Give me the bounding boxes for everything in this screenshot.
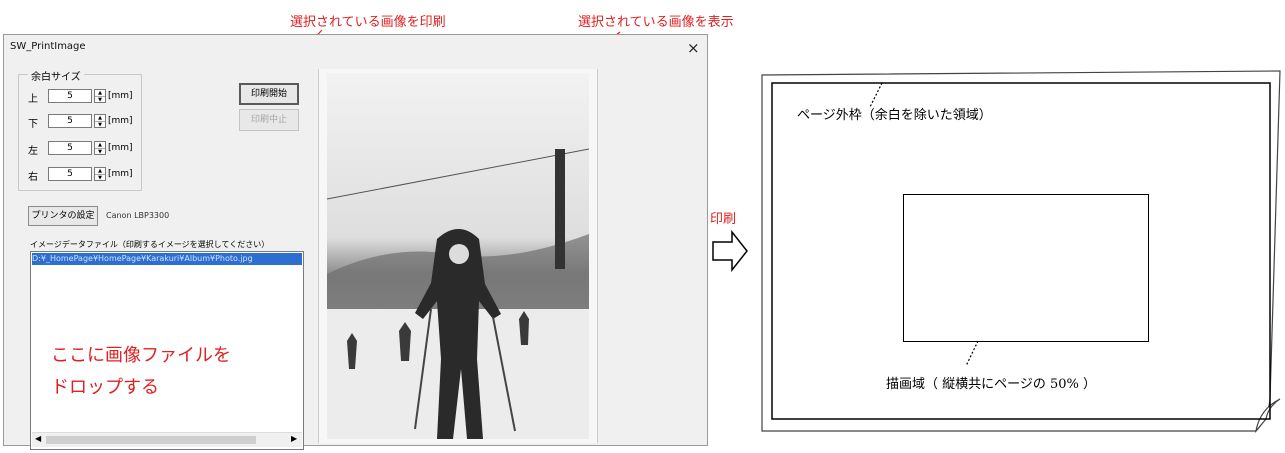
margin-left-spinner[interactable]: ▲ ▼ (94, 141, 106, 155)
margin-top-spinner[interactable]: ▲ ▼ (94, 89, 106, 103)
spin-down-icon[interactable]: ▼ (95, 149, 105, 155)
close-icon[interactable]: × (687, 39, 700, 57)
drawing-area-label: 描画域（ 縦横共にページの 50% ） (886, 377, 1097, 392)
spin-up-icon[interactable]: ▲ (95, 168, 105, 175)
spin-up-icon[interactable]: ▲ (95, 90, 105, 97)
spin-down-icon[interactable]: ▼ (95, 97, 105, 103)
image-file-list[interactable]: D:¥_HomePage¥HomePage¥Karakuri¥Album¥Pho… (30, 251, 304, 450)
dialog-window: SW_PrintImage × 余白サイズ 上 5 ▲ ▼ [mm] 下 5 ▲ ▼… (3, 34, 708, 450)
margin-size-title: 余白サイズ (28, 68, 84, 83)
margin-top-unit: [mm] (108, 91, 133, 101)
margin-bottom-unit: [mm] (108, 116, 133, 126)
print-arrow-label: 印刷 (710, 212, 737, 227)
horizontal-scrollbar[interactable]: ◀ ▶ (32, 432, 302, 447)
printer-name: Canon LBP3300 (106, 211, 170, 220)
spin-down-icon[interactable]: ▼ (95, 175, 105, 181)
margin-bottom-input[interactable]: 5 (48, 114, 92, 128)
print-start-button[interactable]: 印刷開始 (239, 83, 299, 105)
lift-tower (555, 149, 565, 269)
child-face (449, 244, 469, 264)
drop-hint-line-1: ここに画像ファイルを (51, 345, 231, 366)
spin-up-icon[interactable]: ▲ (95, 115, 105, 122)
scroll-right-icon[interactable]: ▶ (291, 434, 297, 443)
spin-up-icon[interactable]: ▲ (95, 142, 105, 149)
drop-hint: ここに画像ファイルを ドロップする (51, 340, 231, 404)
margin-bottom-label: 下 (28, 119, 38, 130)
drawing-area (903, 194, 1149, 342)
right-arrow-icon (712, 229, 748, 273)
margin-bottom-spinner[interactable]: ▲ ▼ (94, 114, 106, 128)
page-frame-label: ページ外枠（余白を除いた領域） (797, 108, 992, 123)
photo-illustration (326, 73, 590, 439)
margin-top-label: 上 (28, 94, 38, 105)
print-stop-button[interactable]: 印刷中止 (239, 109, 299, 131)
file-list-label: イメージデータファイル（印刷するイメージを選択してください） (30, 240, 270, 249)
margin-top-input[interactable]: 5 (48, 89, 92, 103)
drop-hint-line-2: ドロップする (51, 377, 159, 398)
selected-file-item[interactable]: D:¥_HomePage¥HomePage¥Karakuri¥Album¥Pho… (32, 253, 302, 265)
window-title: SW_PrintImage (10, 41, 86, 52)
margin-left-unit: [mm] (108, 143, 133, 153)
margin-right-label: 右 (28, 172, 38, 183)
margin-left-input[interactable]: 5 (48, 141, 92, 155)
spin-down-icon[interactable]: ▼ (95, 122, 105, 128)
margin-right-spinner[interactable]: ▲ ▼ (94, 167, 106, 181)
margin-right-input[interactable]: 5 (48, 167, 92, 181)
printer-settings-button[interactable]: プリンタの設定 (28, 206, 98, 226)
scroll-left-icon[interactable]: ◀ (35, 434, 41, 443)
image-preview (318, 69, 598, 443)
scrollbar-thumb[interactable] (46, 436, 256, 444)
margin-right-unit: [mm] (108, 169, 133, 179)
margin-left-label: 左 (28, 146, 38, 157)
